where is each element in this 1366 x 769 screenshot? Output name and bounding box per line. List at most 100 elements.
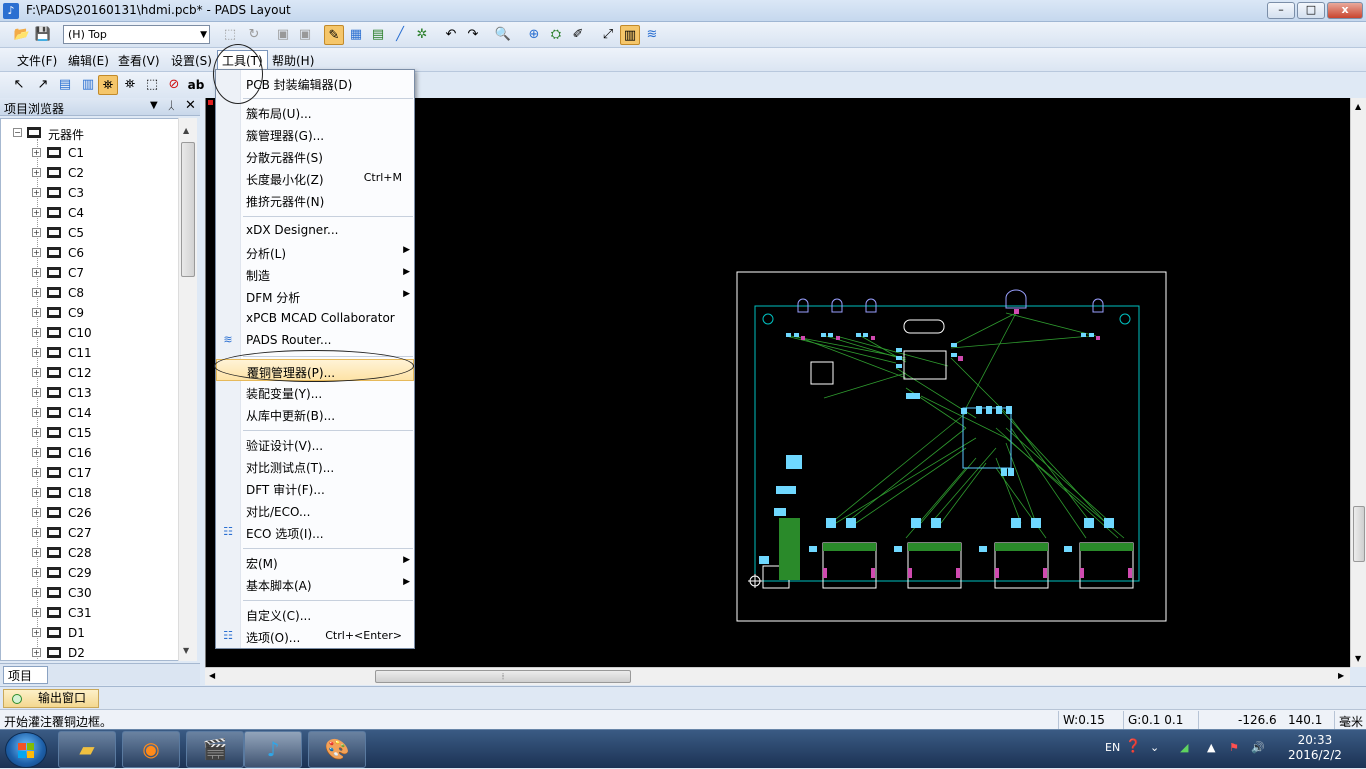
tree-item[interactable]: + C6 xyxy=(1,243,181,263)
redraw-icon[interactable]: ⬚ xyxy=(220,25,240,45)
canvas-vscroll-thumb[interactable] xyxy=(1353,506,1365,562)
expand-icon[interactable]: + xyxy=(32,608,41,617)
expand-icon[interactable]: + xyxy=(32,208,41,217)
help-icon[interactable]: ❓ xyxy=(1125,739,1141,754)
layer-icon[interactable]: ▣ xyxy=(273,25,293,45)
board-icon[interactable]: ⛭ xyxy=(546,25,566,45)
tree-item[interactable]: + C18 xyxy=(1,483,181,503)
tree-scroll-thumb[interactable] xyxy=(181,142,195,277)
menu-file[interactable]: 文件(F) xyxy=(14,52,60,69)
menu-item[interactable]: PADS Router... ≋ xyxy=(216,329,414,351)
output-window-tab[interactable]: 输出窗口 xyxy=(3,689,99,708)
expand-icon[interactable]: + xyxy=(32,348,41,357)
tree-item[interactable]: + C8 xyxy=(1,283,181,303)
tree-item[interactable]: + C14 xyxy=(1,403,181,423)
tree-item[interactable]: + C1 xyxy=(1,143,181,163)
collapse-icon[interactable]: − xyxy=(13,128,22,137)
flood-icon[interactable]: ⛯ xyxy=(120,75,140,95)
flag-icon[interactable]: ⚑ xyxy=(1229,741,1239,754)
menu-item[interactable]: 装配变量(Y)... xyxy=(216,381,414,403)
menu-item[interactable]: xDX Designer... xyxy=(216,219,414,241)
menu-item[interactable]: 推挤元器件(N) xyxy=(216,189,414,211)
expand-icon[interactable]: + xyxy=(32,588,41,597)
expand-icon[interactable]: + xyxy=(32,628,41,637)
scroll-down-icon[interactable]: ▼ xyxy=(1355,654,1361,663)
scroll-down-icon[interactable]: ▼ xyxy=(183,646,189,655)
expand-icon[interactable]: + xyxy=(32,528,41,537)
tree-item[interactable]: + C5 xyxy=(1,223,181,243)
tree-scrollbar[interactable]: ▲ ▼ xyxy=(178,118,197,661)
pin-icon[interactable]: ᛸ xyxy=(168,99,175,112)
expand-icon[interactable]: + xyxy=(32,188,41,197)
tree-item[interactable]: + C28 xyxy=(1,543,181,563)
expand-icon[interactable]: + xyxy=(32,428,41,437)
tree-item[interactable]: + C26 xyxy=(1,503,181,523)
tree-item[interactable]: + D1 xyxy=(1,623,181,643)
menu-view[interactable]: 查看(V) xyxy=(115,52,163,69)
tree-item[interactable]: + C29 xyxy=(1,563,181,583)
expand-icon[interactable]: + xyxy=(32,548,41,557)
menu-item[interactable]: 分析(L) ▶ xyxy=(216,241,414,263)
expand-icon[interactable]: + xyxy=(32,268,41,277)
keepout-icon[interactable]: ⬚ xyxy=(142,75,162,95)
tray-arrow-icon[interactable]: ⌄ xyxy=(1150,741,1159,754)
canvas-horizontal-scrollbar[interactable]: ◀ ⦙ ▶ xyxy=(205,667,1350,685)
save-icon[interactable]: 💾 xyxy=(33,25,53,45)
browser-taskbar-icon[interactable]: ◉ xyxy=(122,731,180,768)
start-button[interactable] xyxy=(5,732,47,768)
network-icon[interactable]: ◢ xyxy=(1180,741,1188,754)
expand-icon[interactable]: + xyxy=(32,508,41,517)
canvas-vertical-scrollbar[interactable]: ▲ ▼ xyxy=(1350,98,1366,667)
tree-item[interactable]: + C16 xyxy=(1,443,181,463)
route-icon[interactable]: ▦ xyxy=(346,25,366,45)
tree-item[interactable]: + C4 xyxy=(1,203,181,223)
scroll-up-icon[interactable]: ▲ xyxy=(1355,102,1361,111)
paint-taskbar-icon[interactable]: 🎨 xyxy=(308,731,366,768)
tree-root[interactable]: − 元器件 xyxy=(1,123,181,143)
expand-icon[interactable]: + xyxy=(32,468,41,477)
move-icon[interactable]: ↗ xyxy=(33,75,53,95)
menu-setup[interactable]: 设置(S) xyxy=(168,52,215,69)
paint-icon[interactable]: ✐ xyxy=(568,25,588,45)
menu-item[interactable]: DFM 分析 ▶ xyxy=(216,285,414,307)
copper-pour-icon[interactable]: ▥ xyxy=(78,75,98,95)
tree-item[interactable]: + C2 xyxy=(1,163,181,183)
tree-item[interactable]: + C9 xyxy=(1,303,181,323)
refresh-icon[interactable]: ↻ xyxy=(244,25,264,45)
design-toolbar-icon[interactable]: ✎ xyxy=(324,25,344,45)
expand-icon[interactable]: + xyxy=(32,368,41,377)
redo-icon[interactable]: ↷ xyxy=(463,25,483,45)
menu-item[interactable]: 簇管理器(G)... xyxy=(216,123,414,145)
filter-icon[interactable]: ⊕ xyxy=(524,25,544,45)
menu-item[interactable]: 对比/ECO... xyxy=(216,499,414,521)
open-icon[interactable]: 📂 xyxy=(12,25,32,45)
menu-item[interactable]: 长度最小化(Z) Ctrl+M xyxy=(216,167,414,189)
volume-icon[interactable]: 🔊 xyxy=(1251,741,1265,754)
tree-item[interactable]: + C27 xyxy=(1,523,181,543)
zoom-icon[interactable]: 🔍 xyxy=(493,25,513,45)
tree-item[interactable]: + C15 xyxy=(1,423,181,443)
menu-edit[interactable]: 编辑(E) xyxy=(65,52,112,69)
expand-icon[interactable]: + xyxy=(32,248,41,257)
dropdown-icon[interactable]: ▼ xyxy=(150,100,158,111)
language-indicator[interactable]: EN xyxy=(1105,741,1120,754)
expand-icon[interactable]: + xyxy=(32,288,41,297)
pads-taskbar-icon[interactable]: ♪ xyxy=(244,731,302,768)
menu-item[interactable]: 对比测试点(T)... xyxy=(216,455,414,477)
menu-item[interactable]: 簇布局(U)... xyxy=(216,101,414,123)
frame-icon[interactable]: ▥ xyxy=(620,25,640,45)
ecos-icon[interactable]: ✲ xyxy=(412,25,432,45)
media-taskbar-icon[interactable]: 🎬 xyxy=(186,731,244,768)
close-button[interactable]: x xyxy=(1327,2,1363,19)
line-icon[interactable]: ╱ xyxy=(390,25,410,45)
select-icon[interactable]: ↖ xyxy=(9,75,29,95)
tree-item[interactable]: + C12 xyxy=(1,363,181,383)
tree-item[interactable]: + D2 xyxy=(1,643,181,660)
scroll-up-icon[interactable]: ▲ xyxy=(183,126,189,135)
menu-item[interactable]: 选项(O)... Ctrl+<Enter> ☷ xyxy=(216,625,414,647)
copper-icon[interactable]: ▤ xyxy=(55,75,75,95)
scroll-right-icon[interactable]: ▶ xyxy=(1338,671,1344,680)
pour-icon[interactable]: ⛯ xyxy=(98,75,118,95)
text-icon[interactable]: ab xyxy=(186,75,206,95)
show-hidden-icon[interactable]: ▲ xyxy=(1207,741,1215,754)
